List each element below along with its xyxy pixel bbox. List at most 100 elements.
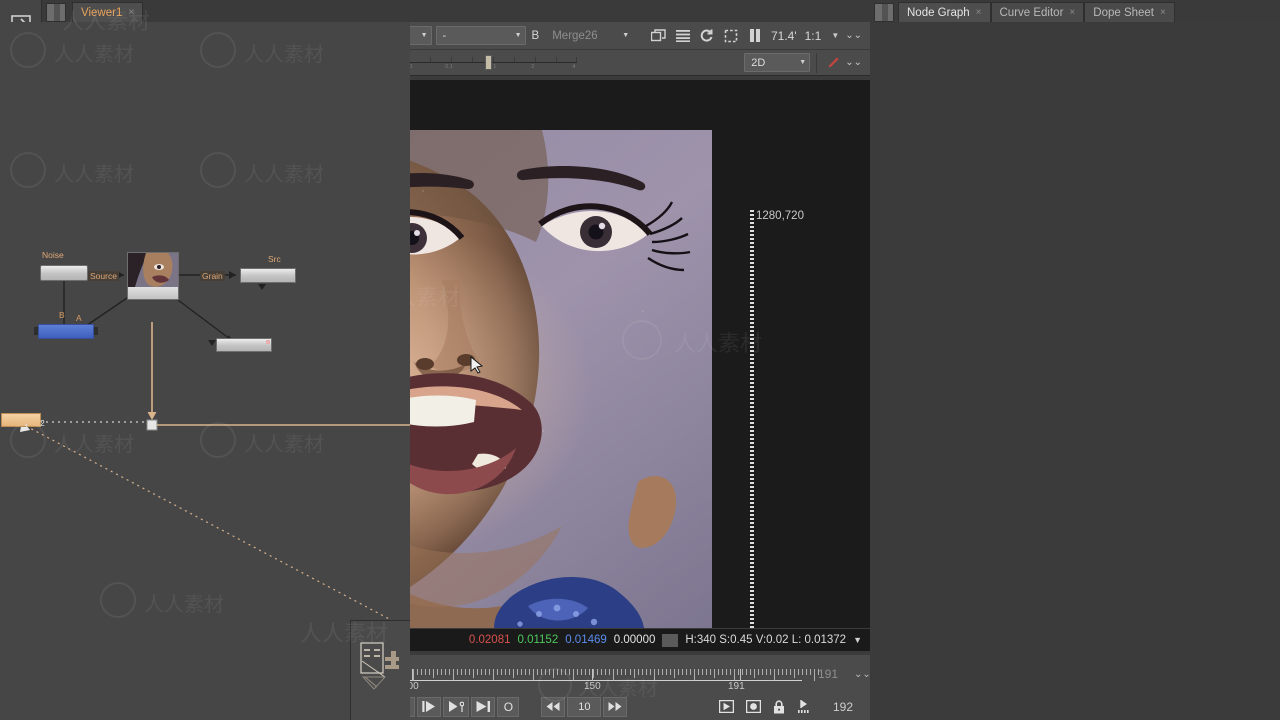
ruler-minor-tick xyxy=(437,669,438,675)
tab-curve-editor[interactable]: Curve Editor × xyxy=(990,2,1085,22)
ruler-minor-tick xyxy=(428,669,430,675)
ruler-minor-tick xyxy=(537,669,539,675)
expand-icon[interactable]: ⌄⌄ xyxy=(854,669,871,680)
chevron-down-icon[interactable]: ▼ xyxy=(853,635,862,645)
merge-output-plug[interactable] xyxy=(94,327,98,335)
close-icon[interactable]: × xyxy=(128,7,134,18)
ruler-minor-tick xyxy=(485,669,487,675)
ruler-minor-tick xyxy=(673,669,675,678)
ruler-minor-tick xyxy=(685,669,687,675)
gamma-slider[interactable]: 0 0.1 12 4 xyxy=(409,53,578,72)
ruler-minor-tick xyxy=(717,669,719,675)
ruler-minor-tick xyxy=(705,669,707,675)
stop-button[interactable]: O xyxy=(497,696,520,717)
noise-node[interactable] xyxy=(40,265,88,281)
tab-dope-sheet[interactable]: Dope Sheet × xyxy=(1084,2,1175,22)
status-blue: 0.01469 xyxy=(565,634,607,646)
nodegraph-canvas[interactable]: Noise Source B A Grain Src 1 2 人人素材 人人素材… xyxy=(0,22,410,720)
expand-icon[interactable]: ⌄⌄ xyxy=(845,57,868,68)
viewer-input-1-label: 1 xyxy=(24,422,29,432)
tab-node-graph-label: Node Graph xyxy=(907,6,970,19)
playback-mode-button[interactable] xyxy=(714,697,739,717)
ruler-minor-tick xyxy=(577,669,579,675)
ruler-minor-tick xyxy=(481,669,483,675)
next-keyframe-button[interactable] xyxy=(443,696,470,717)
step-back-button[interactable] xyxy=(541,696,566,717)
step-fwd-button[interactable] xyxy=(603,696,628,717)
ruler-label-191: 191 xyxy=(728,681,745,692)
viewer-input-2-label: 2 xyxy=(40,418,45,428)
panel-grip-icon[interactable] xyxy=(46,3,66,22)
next-frame-button[interactable] xyxy=(417,696,442,717)
src-node[interactable] xyxy=(240,268,296,283)
panel-grip-icon[interactable] xyxy=(874,3,894,22)
ruler-minor-tick xyxy=(765,669,767,675)
pixel-ratio[interactable]: 1:1 xyxy=(801,29,826,43)
ruler-minor-tick xyxy=(565,669,567,675)
ruler-minor-tick xyxy=(497,669,499,675)
wipe-mode-dropdown[interactable]: - ▼ xyxy=(435,26,526,45)
ruler-minor-tick xyxy=(773,669,775,681)
chevron-down-icon[interactable]: ▼ xyxy=(825,31,845,40)
color-picker-icon[interactable] xyxy=(821,52,845,74)
keyframe-button[interactable] xyxy=(792,697,818,717)
close-icon[interactable]: × xyxy=(1160,7,1166,18)
b-input-dropdown[interactable]: Merge26 ▼ xyxy=(545,26,634,45)
nodegraph-navigator[interactable] xyxy=(350,620,410,720)
list-icon[interactable] xyxy=(671,25,695,47)
ruler-minor-tick xyxy=(657,669,659,675)
ruler-minor-tick xyxy=(617,669,619,675)
ruler-minor-tick xyxy=(781,669,783,675)
image-bbox-edge xyxy=(750,210,754,628)
ruler-minor-tick xyxy=(545,669,547,675)
tab-viewer1[interactable]: Viewer1 × xyxy=(72,2,144,22)
ruler-minor-tick xyxy=(805,669,807,675)
output-node[interactable] xyxy=(216,338,272,352)
ruler-minor-tick xyxy=(681,669,683,675)
read-node[interactable] xyxy=(127,252,179,300)
tab-viewer1-label: Viewer1 xyxy=(81,6,123,19)
roi-icon[interactable] xyxy=(719,25,743,47)
ruler-minor-tick xyxy=(713,669,715,678)
ruler-minor-tick xyxy=(697,669,699,675)
tab-node-graph[interactable]: Node Graph × xyxy=(898,2,991,22)
node-connections xyxy=(20,271,410,631)
ruler-minor-tick xyxy=(769,669,771,675)
close-icon[interactable]: × xyxy=(1069,7,1075,18)
ruler-minor-tick xyxy=(509,669,511,675)
viewer-tabbar: Viewer1 × xyxy=(42,0,870,22)
chevron-down-icon: ▼ xyxy=(799,59,807,66)
merge-node[interactable] xyxy=(38,324,94,339)
ruler-minor-tick xyxy=(569,669,571,675)
pause-icon[interactable] xyxy=(743,25,767,47)
view-mode-dropdown[interactable]: 2D ▼ xyxy=(744,53,811,72)
viewer-node[interactable] xyxy=(1,413,41,427)
ruler-minor-tick xyxy=(793,669,795,678)
ruler-minor-tick xyxy=(753,669,755,678)
ruler-minor-tick xyxy=(818,669,819,675)
merge-input-plug[interactable] xyxy=(34,327,38,335)
total-frames-field[interactable]: 192 xyxy=(820,700,866,714)
ruler-minor-tick xyxy=(416,669,418,675)
ruler-minor-tick xyxy=(473,669,475,678)
zoom-level[interactable]: 71.4' xyxy=(767,29,801,43)
ruler-minor-tick xyxy=(549,669,551,675)
ruler-minor-tick xyxy=(505,669,507,675)
last-frame-button[interactable] xyxy=(471,696,496,717)
ruler-minor-tick xyxy=(757,669,759,675)
ruler-minor-tick xyxy=(605,669,607,675)
ruler-minor-tick xyxy=(609,669,611,675)
compare-icon[interactable] xyxy=(647,25,671,47)
ruler-minor-tick xyxy=(665,669,667,675)
ruler-minor-tick xyxy=(449,669,451,675)
increment-field[interactable]: 10 xyxy=(567,696,602,717)
close-icon[interactable]: × xyxy=(976,7,982,18)
lock-range-button[interactable] xyxy=(768,697,790,717)
ruler-minor-tick xyxy=(441,669,443,675)
refresh-icon[interactable] xyxy=(695,25,719,47)
expand-icon[interactable]: ⌄⌄ xyxy=(845,30,868,41)
output-node-badge xyxy=(266,340,270,344)
ruler-minor-tick xyxy=(585,669,587,675)
ruler-minor-tick xyxy=(797,669,799,675)
record-button[interactable] xyxy=(741,697,766,717)
